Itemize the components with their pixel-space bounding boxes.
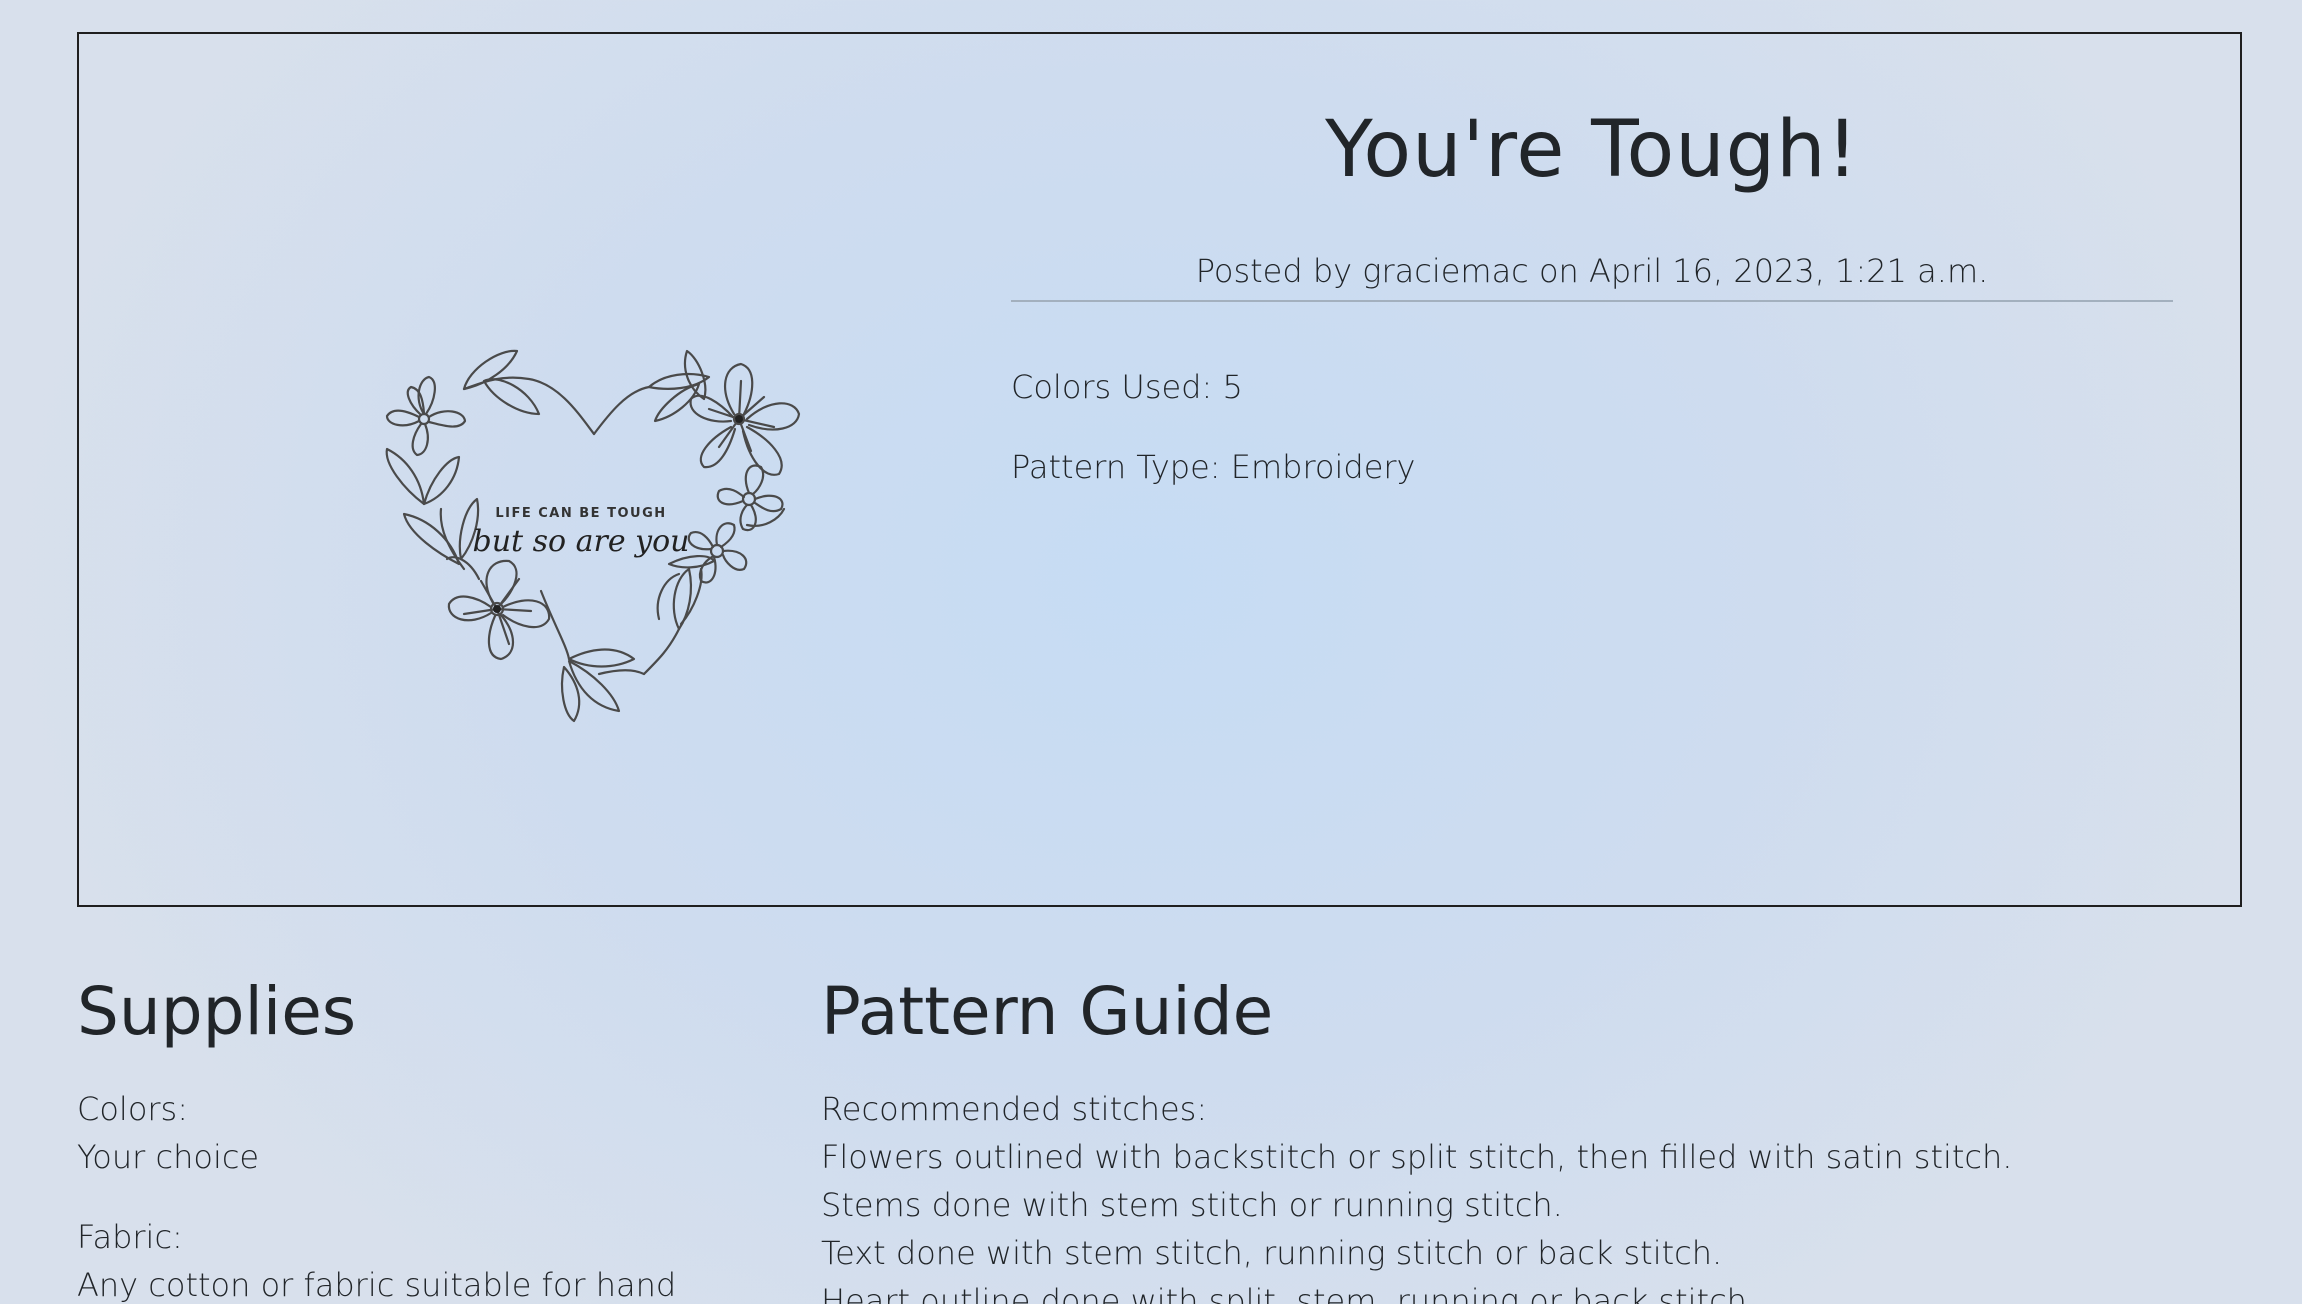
supplies-section: Colors: Your choice Fabric: Any cotton o… xyxy=(77,1085,727,1304)
fabric-value: Any cotton or fabric suitable for hand xyxy=(77,1266,677,1304)
guide-line: Heart outline done with split, stem, run… xyxy=(821,1282,1758,1304)
supplies-heading: Supplies xyxy=(77,973,357,1050)
pattern-title: You're Tough! xyxy=(1325,105,1859,195)
guide-line: Text done with stem stitch, running stit… xyxy=(821,1234,1723,1272)
colors-value: Your choice xyxy=(77,1138,260,1176)
supplies-fabric: Fabric: Any cotton or fabric suitable fo… xyxy=(77,1213,727,1304)
pattern-type-text: Pattern Type: Embroidery xyxy=(1011,448,1416,486)
pattern-guide-section: Recommended stitches: Flowers outlined w… xyxy=(821,1085,2221,1304)
divider xyxy=(1011,300,2173,302)
colors-label: Colors: xyxy=(77,1090,188,1128)
posted-by-text: Posted by graciemac on April 16, 2023, 1… xyxy=(1195,252,1989,290)
fabric-label: Fabric: xyxy=(77,1218,183,1256)
guide-line: Stems done with stem stitch or running s… xyxy=(821,1186,1563,1224)
image-small-text: LIFE CAN BE TOUGH xyxy=(495,506,666,521)
pattern-image: LIFE CAN BE TOUGH but so are you xyxy=(385,349,801,723)
colors-used-text: Colors Used: 5 xyxy=(1011,368,1243,406)
supplies-colors: Colors: Your choice xyxy=(77,1085,727,1181)
pattern-card: LIFE CAN BE TOUGH but so are you You're … xyxy=(77,32,2242,907)
pattern-guide-heading: Pattern Guide xyxy=(821,973,1274,1050)
guide-line: Recommended stitches: xyxy=(821,1090,1208,1128)
guide-line: Flowers outlined with backstitch or spli… xyxy=(821,1138,2013,1176)
image-script-text: but so are you xyxy=(473,524,690,559)
